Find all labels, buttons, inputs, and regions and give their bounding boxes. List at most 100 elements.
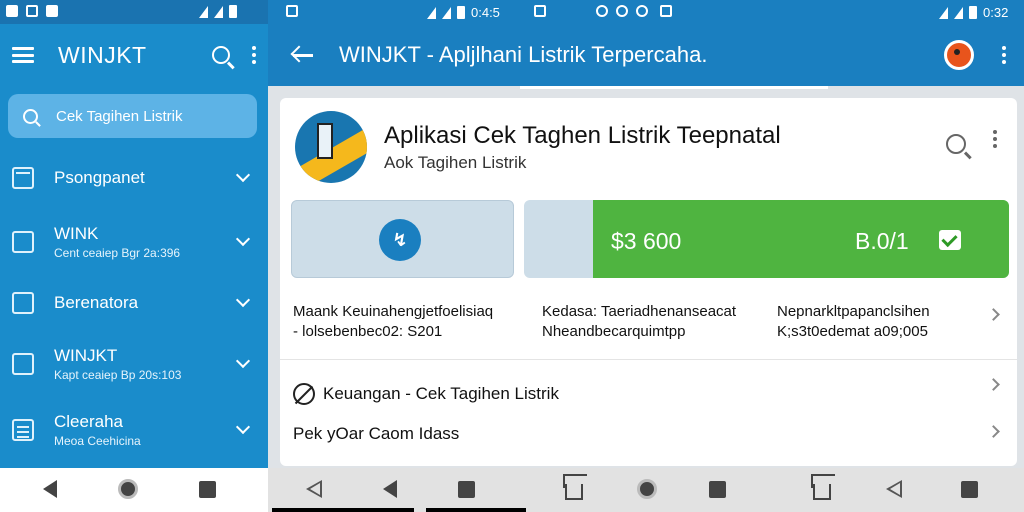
app-title: Aplikasi Cek Taghen Listrik Teepnatal <box>384 122 781 149</box>
battery-icon <box>969 6 977 19</box>
info-line: Maank Keuinahengjetfoelisiaq <box>293 303 494 320</box>
drawer-item-label: WINK <box>54 224 99 243</box>
more-options-icon[interactable] <box>993 130 997 148</box>
drawer-item-psongpanet[interactable]: Psongpanet <box>0 167 268 189</box>
system-nav-bar-left <box>0 468 268 512</box>
search-icon[interactable] <box>946 134 966 154</box>
balance-tile[interactable]: $3 600 B.0/1 <box>524 200 1009 278</box>
chevron-right-icon[interactable] <box>987 378 1000 391</box>
notification-icon <box>286 5 298 17</box>
action-tile[interactable]: ↯ <box>291 200 514 278</box>
signal-icon <box>442 6 451 19</box>
drawer-search-bar[interactable] <box>8 94 257 138</box>
menu-icon[interactable] <box>12 47 34 63</box>
info-line: Kedasa: Taeriadhenanseacat <box>542 303 737 320</box>
balance-amount: $3 600 <box>611 228 682 254</box>
info-line: Nheandbecarquimtpp <box>542 323 686 340</box>
nav-recents-icon[interactable] <box>709 481 726 498</box>
avatar[interactable] <box>944 40 974 70</box>
drawer-item-sublabel: Cent ceaiep Bgr 2a:396 <box>54 246 181 260</box>
alarm-icon <box>596 5 608 17</box>
status-time-mid: 0:4:5 <box>471 5 500 20</box>
nav-back-icon[interactable] <box>43 480 57 498</box>
notification-icon <box>534 5 546 17</box>
block-icon <box>293 383 315 405</box>
list-item-pek[interactable]: Pek yOar Caom Idass <box>293 424 459 444</box>
search-input[interactable] <box>56 107 246 125</box>
app-subtitle: Aok Tagihen Listrik <box>384 153 527 172</box>
app-bar-title: WINJKT - Apljlhani Listrik Terpercaha. <box>339 42 708 67</box>
nav-back-icon[interactable] <box>306 480 322 498</box>
drawer-title: WINJKT <box>58 41 147 68</box>
link-icon[interactable]: ↯ <box>379 219 421 261</box>
wifi-icon <box>939 6 948 19</box>
more-options-icon[interactable] <box>252 46 256 64</box>
drawer-item-sublabel: Meoa Ceehicina <box>54 434 141 448</box>
chevron-down-icon[interactable] <box>235 292 251 308</box>
chevron-down-icon[interactable] <box>235 353 251 369</box>
notification-icon <box>6 5 18 17</box>
drawer-item-wink[interactable]: WINK Cent ceaiep Bgr 2a:396 <box>0 224 268 260</box>
back-arrow-icon[interactable] <box>291 45 313 65</box>
notification-icon <box>46 5 58 17</box>
screen-icon <box>12 353 34 375</box>
list-item-label: Keuangan - Cek Tagihen Listrik <box>323 384 559 403</box>
info-column-1: Maank Keuinahengjetfoelisiaq - lolsebenb… <box>293 302 493 342</box>
battery-icon <box>457 6 465 19</box>
info-line: - lolsebenbec02: S201 <box>293 323 443 340</box>
sync-icon <box>616 5 628 17</box>
signal-icon <box>214 5 223 18</box>
drawer-item-label: Berenatora <box>54 293 139 312</box>
chevron-right-icon[interactable] <box>987 308 1000 321</box>
info-line: K;s3t0edemat a09;005 <box>777 323 928 340</box>
app-detail-card: Aplikasi Cek Taghen Listrik Teepnatal Ao… <box>280 98 1017 466</box>
card-icon <box>12 292 34 314</box>
sync-icon <box>636 5 648 17</box>
chevron-right-icon[interactable] <box>987 425 1000 438</box>
drawer-item-winjkt[interactable]: WINJKT Kapt ceaiep Bp 20s:103 <box>0 346 268 382</box>
search-icon[interactable] <box>212 46 230 64</box>
chevron-down-icon[interactable] <box>235 167 251 183</box>
wifi-icon <box>199 5 208 18</box>
gesture-strip <box>426 508 526 512</box>
nav-back-icon[interactable] <box>383 480 397 498</box>
system-nav-bar-right <box>268 468 1024 512</box>
nav-home-icon[interactable] <box>565 484 583 500</box>
wifi-icon <box>427 6 436 19</box>
battery-icon <box>229 5 237 18</box>
drawer-item-berenatora[interactable]: Berenatora <box>0 292 268 314</box>
info-column-2: Kedasa: Taeriadhenanseacat Nheandbecarqu… <box>542 302 736 342</box>
more-options-icon[interactable] <box>1002 46 1006 64</box>
balance-green-panel: $3 600 B.0/1 <box>593 200 1009 278</box>
drawer-item-cleeraha[interactable]: Cleeraha Meoa Ceehicina <box>0 412 268 448</box>
list-item-keuangan[interactable]: Keuangan - Cek Tagihen Listrik <box>293 383 559 405</box>
drawer-header: WINJKT <box>0 24 268 86</box>
balance-secondary: B.0/1 <box>855 228 909 254</box>
notification-icon <box>660 5 672 17</box>
signal-icon <box>954 6 963 19</box>
nav-recents-icon[interactable] <box>961 481 978 498</box>
list-item-label: Pek yOar Caom Idass <box>293 424 460 443</box>
nav-home-icon[interactable] <box>813 484 831 500</box>
nav-home-icon[interactable] <box>118 479 138 499</box>
app-logo <box>295 111 367 183</box>
document-icon <box>12 231 34 253</box>
navigation-drawer: WINJKT Psongpanet WINK Cent ceaiep Bgr 2… <box>0 24 268 468</box>
status-bar-left <box>0 0 268 24</box>
status-bar-right: 0:4:5 0:32 <box>268 0 1024 24</box>
nav-home-icon[interactable] <box>637 479 657 499</box>
app-bar: WINJKT - Apljlhani Listrik Terpercaha. <box>268 24 1024 86</box>
tab-indicator <box>520 86 828 89</box>
nav-back-icon[interactable] <box>886 480 902 498</box>
divider <box>280 359 1017 360</box>
drawer-item-sublabel: Kapt ceaiep Bp 20s:103 <box>54 368 182 382</box>
drawer-item-label: Psongpanet <box>54 168 145 187</box>
chevron-down-icon[interactable] <box>235 419 251 435</box>
check-icon <box>939 230 961 250</box>
nav-recents-icon[interactable] <box>199 481 216 498</box>
nav-recents-icon[interactable] <box>458 481 475 498</box>
status-time-right: 0:32 <box>983 5 1009 20</box>
notification-icon <box>26 5 38 17</box>
info-line: Nepnarkltpapanclsihen <box>777 303 930 320</box>
chevron-down-icon[interactable] <box>235 231 251 247</box>
